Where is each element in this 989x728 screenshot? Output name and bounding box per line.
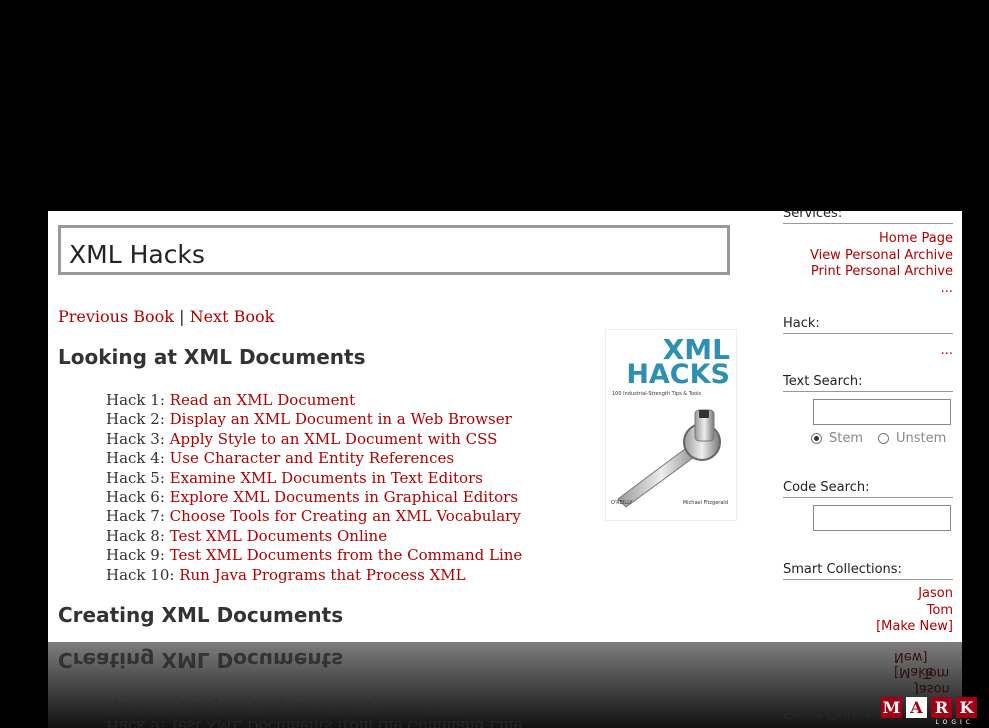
mirrored-reflection: Creating XML Documents Hack 10: Run Java… bbox=[48, 642, 962, 728]
services-heading: Services: bbox=[783, 211, 953, 224]
print-personal-archive-link[interactable]: Print Personal Archive bbox=[810, 264, 953, 281]
smart-collections-heading: Smart Collections: bbox=[783, 562, 953, 580]
logo-letter-r: R bbox=[931, 697, 952, 718]
hack-item-10: Hack 10: Run Java Programs that Process … bbox=[106, 565, 466, 584]
stem-radio[interactable]: Stem bbox=[811, 431, 863, 446]
services-more-link[interactable]: ... bbox=[810, 281, 953, 298]
reflection-tom: Tom bbox=[923, 665, 950, 680]
hack-link-3[interactable]: Apply Style to an XML Document with CSS bbox=[170, 430, 498, 448]
logo-letter-a: A bbox=[906, 697, 927, 718]
section-title-looking: Looking at XML Documents bbox=[58, 345, 366, 369]
hack-item-6: Hack 6: Explore XML Documents in Graphic… bbox=[106, 488, 519, 507]
hack-link-7[interactable]: Choose Tools for Creating an XML Vocabul… bbox=[170, 507, 521, 525]
hack-item-1: Hack 1: Read an XML Document bbox=[106, 391, 356, 409]
hack-link-2[interactable]: Display an XML Document in a Web Browser bbox=[170, 410, 512, 428]
cover-publisher: O'REILLY bbox=[611, 500, 633, 506]
previous-book-link[interactable]: Previous Book bbox=[58, 307, 174, 326]
smart-collections-links: Jason Tom [Make New] bbox=[876, 586, 953, 636]
jason-collection-link[interactable]: Jason bbox=[876, 586, 953, 603]
hack-item-8: Hack 8: Test XML Documents Online bbox=[106, 526, 388, 545]
hack-link-10[interactable]: Run Java Programs that Process XML bbox=[179, 566, 465, 584]
hack-link-1[interactable]: Read an XML Document bbox=[170, 391, 356, 409]
hack-links: ... bbox=[941, 343, 953, 360]
reflection-jason: Jason bbox=[915, 681, 950, 696]
hack-link-5[interactable]: Examine XML Documents in Text Editors bbox=[170, 469, 483, 487]
text-search-heading: Text Search: bbox=[783, 374, 953, 392]
page-title-box: XML Hacks bbox=[58, 225, 730, 275]
hack-item-9: Hack 9: Test XML Documents from the Comm… bbox=[106, 546, 523, 565]
main-content: XML Hacks Previous Book | Next Book Look… bbox=[48, 211, 748, 642]
unstem-radio[interactable]: Unstem bbox=[878, 431, 946, 446]
home-page-link[interactable]: Home Page bbox=[810, 231, 953, 248]
make-new-collection-link[interactable]: [Make New] bbox=[876, 619, 953, 636]
book-nav-separator: | bbox=[179, 307, 185, 326]
code-search-input[interactable] bbox=[813, 505, 951, 531]
book-cover-image: XML HACKS 100 Industrial-Strength Tips &… bbox=[605, 329, 737, 521]
hack-heading: Hack: bbox=[783, 316, 953, 334]
section-title-creating: Creating XML Documents bbox=[58, 603, 344, 627]
hack-item-2: Hack 2: Display an XML Document in a Web… bbox=[106, 410, 512, 429]
reflection-section: Creating XML Documents bbox=[58, 648, 344, 672]
hack-link-8[interactable]: Test XML Documents Online bbox=[170, 527, 387, 545]
logo-letter-m: M bbox=[881, 697, 902, 718]
cover-author: Michael Fitzgerald bbox=[682, 500, 728, 506]
next-book-link[interactable]: Next Book bbox=[190, 307, 275, 326]
hack-item-7: Hack 7: Choose Tools for Creating an XML… bbox=[106, 507, 521, 526]
text-search-input[interactable] bbox=[813, 399, 951, 425]
page-title: XML Hacks bbox=[69, 240, 205, 269]
tom-collection-link[interactable]: Tom bbox=[876, 603, 953, 620]
hack-item-3: Hack 3: Apply Style to an XML Document w… bbox=[106, 429, 498, 448]
logo-subtitle: LOGIC bbox=[935, 719, 974, 726]
logo-letter-k: K bbox=[956, 697, 977, 718]
hack-link-6[interactable]: Explore XML Documents in Graphical Edito… bbox=[170, 488, 518, 506]
view-personal-archive-link[interactable]: View Personal Archive bbox=[810, 248, 953, 265]
reflection-hack9: Hack 9: Test XML Documents from the Comm… bbox=[106, 717, 523, 728]
book-navigation: Previous Book | Next Book bbox=[58, 307, 274, 326]
hack-more-link[interactable]: ... bbox=[941, 343, 953, 360]
hack-item-4: Hack 4: Use Character and Entity Referen… bbox=[106, 449, 455, 468]
hack-list: Hack 1: Read an XML Document Hack 2: Dis… bbox=[106, 391, 522, 585]
hack-item-5: Hack 5: Examine XML Documents in Text Ed… bbox=[106, 468, 483, 487]
stem-radio-icon bbox=[811, 433, 822, 444]
marklogic-logo: M A R K bbox=[881, 697, 977, 718]
ratchet-icon bbox=[617, 409, 721, 508]
reflection-hack10: Hack 10: Run Java Programs that Process … bbox=[106, 698, 466, 716]
unstem-radio-icon bbox=[878, 433, 889, 444]
hack-link-4[interactable]: Use Character and Entity References bbox=[170, 449, 454, 467]
code-search-heading: Code Search: bbox=[783, 480, 953, 498]
services-links: Home Page View Personal Archive Print Pe… bbox=[810, 231, 953, 297]
web-page: XML Hacks Previous Book | Next Book Look… bbox=[48, 211, 962, 642]
hack-link-9[interactable]: Test XML Documents from the Command Line bbox=[170, 546, 523, 564]
